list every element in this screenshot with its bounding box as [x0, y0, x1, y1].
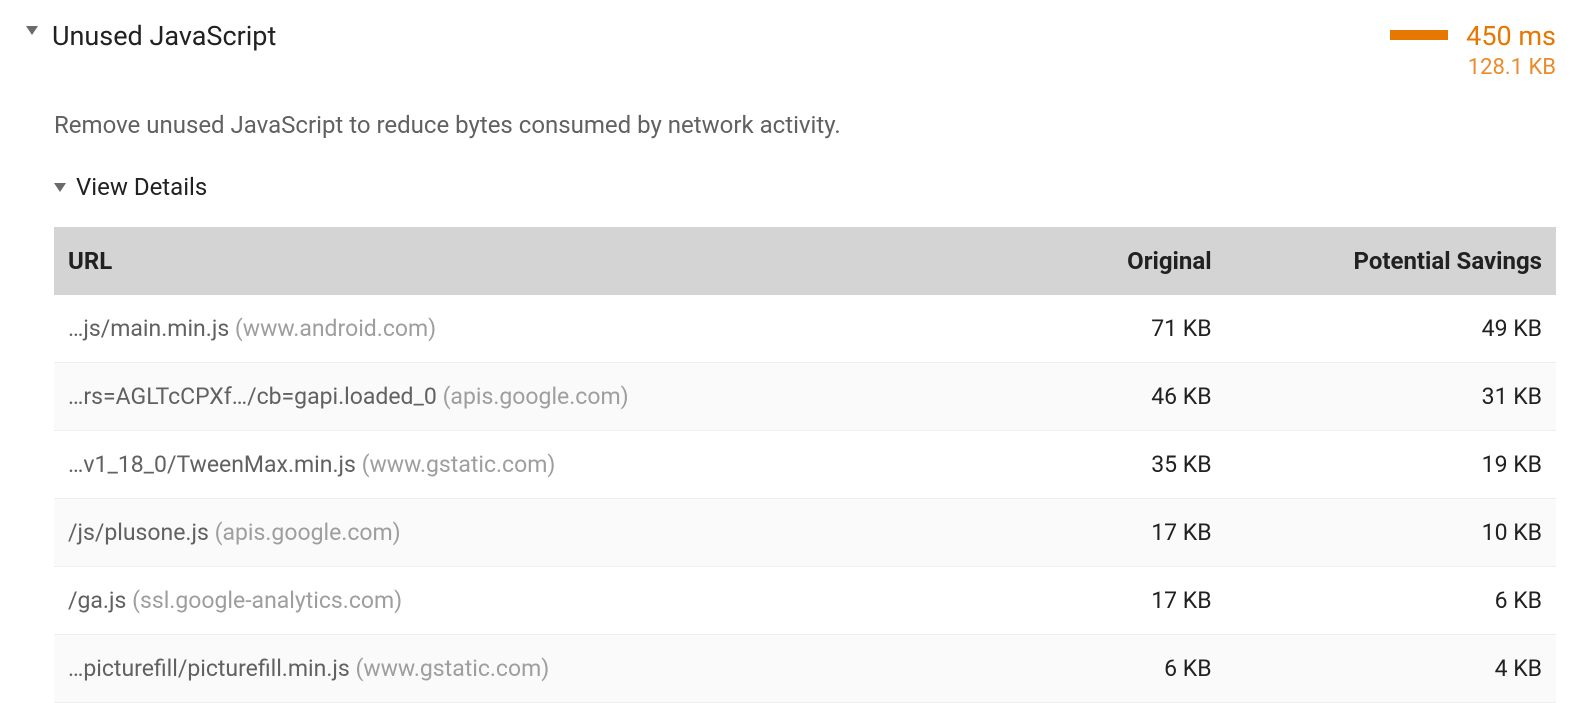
cell-original: 46 KB [985, 363, 1225, 431]
url-host: (www.android.com) [235, 315, 436, 342]
chevron-down-icon [54, 183, 66, 192]
view-details-label: View Details [76, 173, 207, 201]
cell-url: …rs=AGLTcCPXf…/cb=gapi.loaded_0 (apis.go… [54, 363, 985, 431]
details-table: URL Original Potential Savings …js/main.… [54, 227, 1556, 703]
metric-stack: 450 ms 128.1 KB [1466, 20, 1556, 81]
metric-bytes: 128.1 KB [1468, 54, 1556, 82]
cell-url: …v1_18_0/TweenMax.min.js (www.gstatic.co… [54, 431, 985, 499]
cell-url: …js/main.min.js (www.android.com) [54, 295, 985, 363]
table-row[interactable]: …rs=AGLTcCPXf…/cb=gapi.loaded_0 (apis.go… [54, 363, 1556, 431]
col-header-url[interactable]: URL [54, 227, 985, 295]
cell-savings: 10 KB [1226, 499, 1556, 567]
url-path: …rs=AGLTcCPXf…/cb=gapi.loaded_0 [68, 383, 437, 410]
chevron-down-icon [26, 26, 38, 35]
cell-url: /js/plusone.js (apis.google.com) [54, 499, 985, 567]
cell-savings: 31 KB [1226, 363, 1556, 431]
audit-body: Remove unused JavaScript to reduce bytes… [54, 111, 1556, 703]
url-path: …js/main.min.js [68, 315, 229, 342]
metric-time: 450 ms [1466, 20, 1556, 54]
cell-original: 6 KB [985, 635, 1225, 703]
url-path: …v1_18_0/TweenMax.min.js [68, 451, 356, 478]
url-host: (ssl.google-analytics.com) [132, 587, 402, 614]
savings-bar-icon [1390, 30, 1448, 40]
audit-header: Unused JavaScript 450 ms 128.1 KB [20, 20, 1556, 81]
col-header-original[interactable]: Original [985, 227, 1225, 295]
cell-original: 17 KB [985, 499, 1225, 567]
col-header-savings[interactable]: Potential Savings [1226, 227, 1556, 295]
details-table-wrap: URL Original Potential Savings …js/main.… [54, 227, 1556, 703]
audit-collapse-toggle[interactable] [20, 20, 44, 35]
table-row[interactable]: …v1_18_0/TweenMax.min.js (www.gstatic.co… [54, 431, 1556, 499]
url-path: …picturefill/picturefill.min.js [68, 655, 350, 682]
url-host: (www.gstatic.com) [355, 655, 549, 682]
audit-description: Remove unused JavaScript to reduce bytes… [54, 111, 1556, 139]
audit-metrics: 450 ms 128.1 KB [1376, 20, 1556, 81]
cell-original: 35 KB [985, 431, 1225, 499]
table-row[interactable]: /ga.js (ssl.google-analytics.com)17 KB6 … [54, 567, 1556, 635]
url-path: /ga.js [68, 587, 126, 614]
cell-savings: 6 KB [1226, 567, 1556, 635]
url-path: /js/plusone.js [68, 519, 209, 546]
cell-savings: 19 KB [1226, 431, 1556, 499]
table-row[interactable]: /js/plusone.js (apis.google.com)17 KB10 … [54, 499, 1556, 567]
view-details-toggle[interactable]: View Details [54, 173, 1556, 201]
cell-url: …picturefill/picturefill.min.js (www.gst… [54, 635, 985, 703]
cell-url: /ga.js (ssl.google-analytics.com) [54, 567, 985, 635]
table-row[interactable]: …js/main.min.js (www.android.com)71 KB49… [54, 295, 1556, 363]
audit-title: Unused JavaScript [52, 20, 1376, 52]
cell-original: 71 KB [985, 295, 1225, 363]
table-header-row: URL Original Potential Savings [54, 227, 1556, 295]
url-host: (www.gstatic.com) [362, 451, 556, 478]
url-host: (apis.google.com) [215, 519, 401, 546]
cell-savings: 4 KB [1226, 635, 1556, 703]
cell-savings: 49 KB [1226, 295, 1556, 363]
cell-original: 17 KB [985, 567, 1225, 635]
table-row[interactable]: …picturefill/picturefill.min.js (www.gst… [54, 635, 1556, 703]
url-host: (apis.google.com) [443, 383, 629, 410]
